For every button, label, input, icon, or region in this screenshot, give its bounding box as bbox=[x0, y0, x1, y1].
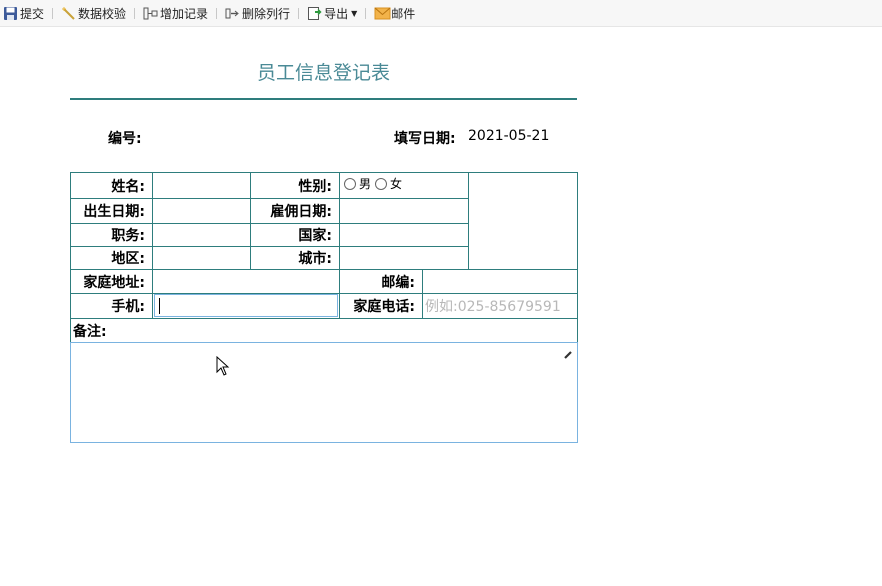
hire-label-cell: 雇佣日期: bbox=[250, 198, 340, 224]
toolbar-separator bbox=[52, 7, 54, 19]
position-field[interactable] bbox=[152, 223, 251, 247]
mobile-label: 手机: bbox=[111, 299, 145, 315]
name-field[interactable] bbox=[152, 172, 251, 199]
city-field[interactable] bbox=[339, 246, 469, 270]
name-label: 姓名: bbox=[111, 178, 145, 195]
gender-option-female: 女 bbox=[390, 177, 403, 191]
toolbar-separator bbox=[134, 7, 136, 19]
home-phone-input[interactable]: 例如:025-85679591 bbox=[422, 293, 578, 319]
mail-button[interactable]: 邮件 bbox=[371, 2, 418, 24]
delete-row-icon bbox=[225, 6, 240, 21]
zip-label: 邮编: bbox=[381, 274, 415, 291]
gender-radio-female[interactable] bbox=[375, 177, 388, 190]
toolbar-separator bbox=[365, 7, 367, 19]
gender-field: 男 女 bbox=[339, 172, 469, 199]
birth-label-cell: 出生日期: bbox=[70, 198, 153, 224]
fill-date-value: 2021-05-21 bbox=[468, 128, 550, 144]
country-label: 国家: bbox=[298, 228, 332, 244]
region-label: 地区: bbox=[111, 251, 145, 267]
save-icon bbox=[3, 6, 18, 21]
mobile-label-cell: 手机: bbox=[70, 293, 153, 319]
country-label-cell: 国家: bbox=[250, 223, 340, 247]
validate-label: 数据校验 bbox=[78, 6, 127, 21]
toolbar: 提交 数据校验 增加记录 删除列行 导出 ▼ 邮件 bbox=[0, 0, 882, 27]
remark-label: 备注: bbox=[73, 323, 107, 340]
gender-option-male: 男 bbox=[359, 177, 372, 191]
city-label-cell: 城市: bbox=[250, 246, 340, 270]
hire-label: 雇佣日期: bbox=[270, 204, 332, 220]
page-title: 员工信息登记表 bbox=[256, 62, 390, 84]
export-label: 导出 bbox=[324, 6, 349, 21]
add-record-icon bbox=[143, 6, 158, 21]
delete-row-label: 删除列行 bbox=[242, 6, 291, 21]
validate-button[interactable]: 数据校验 bbox=[58, 2, 129, 24]
name-label-cell: 姓名: bbox=[70, 172, 153, 199]
region-field[interactable] bbox=[152, 246, 251, 270]
wand-icon bbox=[61, 6, 76, 21]
birth-date-field[interactable] bbox=[152, 198, 251, 224]
mouse-cursor-icon bbox=[216, 355, 230, 376]
city-label: 城市: bbox=[298, 251, 332, 267]
submit-label: 提交 bbox=[20, 6, 45, 21]
gender-label-cell: 性别: bbox=[250, 172, 340, 199]
submit-button[interactable]: 提交 bbox=[0, 2, 47, 24]
zip-label-cell: 邮编: bbox=[339, 269, 423, 294]
title-divider bbox=[70, 98, 577, 100]
mail-icon bbox=[374, 6, 391, 21]
birth-label: 出生日期: bbox=[83, 204, 145, 220]
mobile-input[interactable] bbox=[154, 294, 338, 317]
hire-date-field[interactable] bbox=[339, 198, 469, 224]
photo-cell[interactable] bbox=[468, 172, 578, 270]
address-label: 家庭地址: bbox=[83, 274, 145, 291]
toolbar-separator bbox=[298, 7, 300, 19]
gender-radio-group: 男 女 bbox=[340, 173, 406, 192]
add-record-button[interactable]: 增加记录 bbox=[140, 2, 211, 24]
toolbar-separator bbox=[216, 7, 218, 19]
number-label: 编号: bbox=[108, 131, 142, 147]
gender-label: 性别: bbox=[298, 178, 332, 195]
gender-radio-male[interactable] bbox=[344, 177, 356, 190]
text-caret bbox=[159, 298, 160, 314]
region-label-cell: 地区: bbox=[70, 246, 153, 270]
remark-textarea[interactable] bbox=[70, 342, 578, 443]
position-label: 职务: bbox=[111, 228, 145, 244]
address-label-cell: 家庭地址: bbox=[70, 269, 153, 294]
phone-label: 家庭电话: bbox=[353, 299, 415, 315]
add-record-label: 增加记录 bbox=[160, 6, 209, 21]
country-field[interactable] bbox=[339, 223, 469, 247]
export-icon bbox=[307, 6, 322, 21]
export-button[interactable]: 导出 ▼ bbox=[304, 2, 360, 24]
address-field[interactable] bbox=[152, 269, 340, 294]
fill-date-label: 填写日期: bbox=[394, 131, 456, 147]
delete-row-button[interactable]: 删除列行 bbox=[222, 2, 293, 24]
home-phone-placeholder: 例如:025-85679591 bbox=[425, 299, 561, 315]
pencil-icon bbox=[563, 345, 573, 359]
mail-label: 邮件 bbox=[391, 6, 416, 21]
chevron-down-icon: ▼ bbox=[351, 8, 358, 18]
zip-field[interactable] bbox=[422, 269, 578, 294]
phone-label-cell: 家庭电话: bbox=[339, 293, 423, 319]
remark-label-cell: 备注: bbox=[70, 318, 578, 343]
position-label-cell: 职务: bbox=[70, 223, 153, 247]
